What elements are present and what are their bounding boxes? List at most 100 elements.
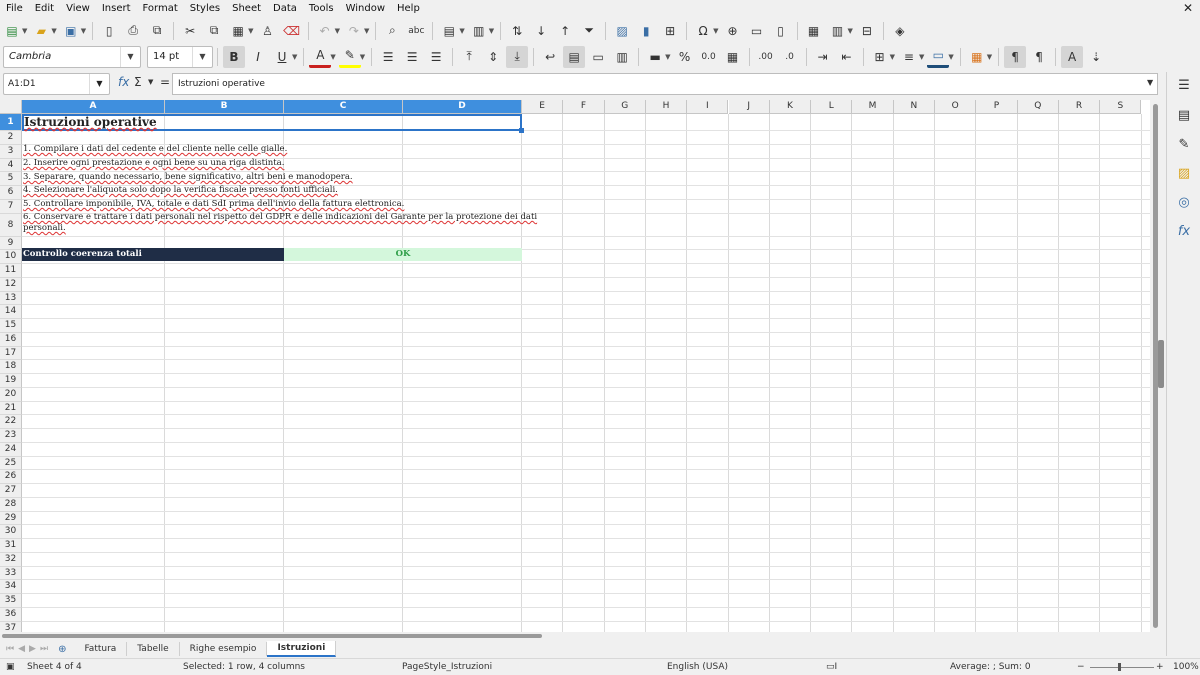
column-header-b[interactable]: B <box>165 100 284 114</box>
border-color-icon[interactable]: ▭ <box>927 46 950 68</box>
row-header-13[interactable]: 13 <box>0 291 22 306</box>
paste-dropdown-icon[interactable]: ▼ <box>248 27 253 35</box>
hyperlink-icon[interactable]: ⊕ <box>722 20 744 42</box>
open-folder-icon[interactable]: ▰ <box>30 20 52 42</box>
menu-help[interactable]: Help <box>391 0 426 17</box>
zoom-level[interactable]: 100% <box>1173 662 1199 672</box>
row-header-5[interactable]: 5 <box>0 172 22 186</box>
column-header-a[interactable]: A <box>22 100 165 114</box>
conditional-format-icon[interactable]: ▦ <box>966 46 988 68</box>
tab-fattura[interactable]: Fattura <box>74 642 128 656</box>
select-all-corner[interactable] <box>0 100 22 114</box>
sum-button[interactable]: Σ <box>134 75 142 89</box>
find-replace-icon[interactable]: ⌕ <box>381 20 403 42</box>
column-header-r[interactable]: R <box>1058 100 1101 114</box>
menu-view[interactable]: View <box>60 0 96 17</box>
new-document-icon[interactable]: ▤ <box>1 20 23 42</box>
column-header-g[interactable]: G <box>604 100 646 114</box>
insert-image-icon[interactable]: ▨ <box>611 20 633 42</box>
border-style-icon[interactable]: ≡ <box>898 46 920 68</box>
column-header-q[interactable]: Q <box>1017 100 1059 114</box>
merge-cells-icon[interactable]: ▭ <box>587 46 609 68</box>
text-language[interactable]: English (USA) <box>667 662 728 672</box>
next-sheet-icon[interactable]: ▶ <box>29 644 36 654</box>
row-header-4[interactable]: 4 <box>0 158 22 173</box>
column-header-h[interactable]: H <box>645 100 688 114</box>
check-result-cell[interactable]: OK <box>284 248 522 261</box>
instruction-row-8[interactable]: 6. Conservare e trattare i dati personal… <box>23 212 537 222</box>
row-icon[interactable]: ▤ <box>438 20 460 42</box>
row-header-22[interactable]: 22 <box>0 415 22 429</box>
split-window-icon[interactable]: ⊟ <box>856 20 878 42</box>
font-name-box[interactable]: Cambria ▼ <box>3 45 141 68</box>
row-header-33[interactable]: 33 <box>0 566 22 581</box>
styles-icon[interactable]: ✎ <box>1175 135 1193 153</box>
wrap-text-icon[interactable]: ↩ <box>539 46 561 68</box>
tab-righe-esempio[interactable]: Righe esempio <box>180 642 268 656</box>
formula-input[interactable]: Istruzioni operative <box>172 73 1158 95</box>
copy-icon[interactable]: ⧉ <box>203 20 225 42</box>
align-top-icon[interactable]: ⤒ <box>458 46 480 68</box>
name-box[interactable]: A1:D1 ▼ <box>3 73 110 95</box>
date-format-icon[interactable]: ▦ <box>722 46 744 68</box>
row-header-32[interactable]: 32 <box>0 552 22 567</box>
navigator-icon[interactable]: ◎ <box>1175 193 1193 211</box>
row-header-30[interactable]: 30 <box>0 525 22 539</box>
sidebar-menu-icon[interactable]: ☰ <box>1175 76 1193 94</box>
selection-mode-icon[interactable]: ▭I <box>826 662 837 672</box>
column-header-i[interactable]: I <box>687 100 729 114</box>
align-bottom-icon[interactable]: ⤓ <box>506 45 529 68</box>
show-draw-functions-icon[interactable]: ◈ <box>889 20 911 42</box>
row-header-10[interactable]: 10 <box>0 250 22 264</box>
instruction-row-7[interactable]: 5. Controllare imponibile, IVA, totale e… <box>23 199 404 209</box>
menu-file[interactable]: File <box>0 0 29 17</box>
special-character-icon[interactable]: Ω <box>692 20 714 42</box>
page-style[interactable]: PageStyle_Istruzioni <box>402 662 492 672</box>
sort-descending-icon[interactable]: ↑ <box>554 20 576 42</box>
align-left-icon[interactable]: ☰ <box>377 46 399 68</box>
zoom-in-icon[interactable]: + <box>1156 662 1164 672</box>
column-dropdown-icon[interactable]: ▼ <box>489 27 494 35</box>
unmerge-cells-icon[interactable]: ▥ <box>611 46 633 68</box>
undo-icon[interactable]: ↶ <box>314 20 336 42</box>
menu-sheet[interactable]: Sheet <box>226 0 267 17</box>
row-header-37[interactable]: 37 <box>0 621 22 632</box>
chevron-down-icon[interactable]: ▼ <box>192 46 212 67</box>
font-color-dropdown-icon[interactable]: ▼ <box>330 53 335 61</box>
column-header-k[interactable]: K <box>769 100 812 114</box>
underline-button[interactable]: U <box>271 46 293 68</box>
horizontal-scrollbar[interactable] <box>0 632 1150 640</box>
column-header-e[interactable]: E <box>522 100 564 114</box>
formula-equals-button[interactable]: = <box>160 75 170 89</box>
column-header-n[interactable]: N <box>893 100 935 114</box>
row-header-27[interactable]: 27 <box>0 484 22 498</box>
row-header-6[interactable]: 6 <box>0 186 22 200</box>
menu-edit[interactable]: Edit <box>29 0 60 17</box>
column-header-f[interactable]: F <box>563 100 605 114</box>
clone-formatting-icon[interactable]: ♙ <box>257 20 279 42</box>
pivot-table-icon[interactable]: ⊞ <box>659 20 681 42</box>
previous-sheet-icon[interactable]: ◀ <box>18 644 25 654</box>
italic-button[interactable]: I <box>247 46 269 68</box>
row-header-34[interactable]: 34 <box>0 580 22 594</box>
zoom-slider-knob[interactable] <box>1118 663 1121 671</box>
functions-icon[interactable]: fx <box>1175 222 1193 240</box>
print-preview-icon[interactable]: ⧉ <box>146 20 168 42</box>
row-header-25[interactable]: 25 <box>0 456 22 471</box>
currency-format-icon[interactable]: ▬ <box>644 46 666 68</box>
underline-dropdown-icon[interactable]: ▼ <box>292 53 297 61</box>
center-vertically-icon[interactable]: ⇕ <box>482 46 504 68</box>
row-header-36[interactable]: 36 <box>0 607 22 622</box>
zoom-slider[interactable] <box>1090 667 1154 668</box>
column-header-m[interactable]: M <box>852 100 894 114</box>
font-size-box[interactable]: 14 pt ▼ <box>147 45 213 68</box>
add-sheet-icon[interactable]: ⊕ <box>58 644 66 655</box>
row-header-2[interactable]: 2 <box>0 131 22 145</box>
percent-format-button[interactable]: % <box>674 46 696 68</box>
right-to-left-icon[interactable]: ¶ <box>1028 46 1050 68</box>
check-label-cell[interactable]: Controllo coerenza totali <box>22 248 284 261</box>
increase-indent-icon[interactable]: ⇥ <box>812 46 834 68</box>
row-header-31[interactable]: 31 <box>0 539 22 553</box>
menu-data[interactable]: Data <box>267 0 303 17</box>
chevron-down-icon[interactable]: ▼ <box>89 74 109 94</box>
